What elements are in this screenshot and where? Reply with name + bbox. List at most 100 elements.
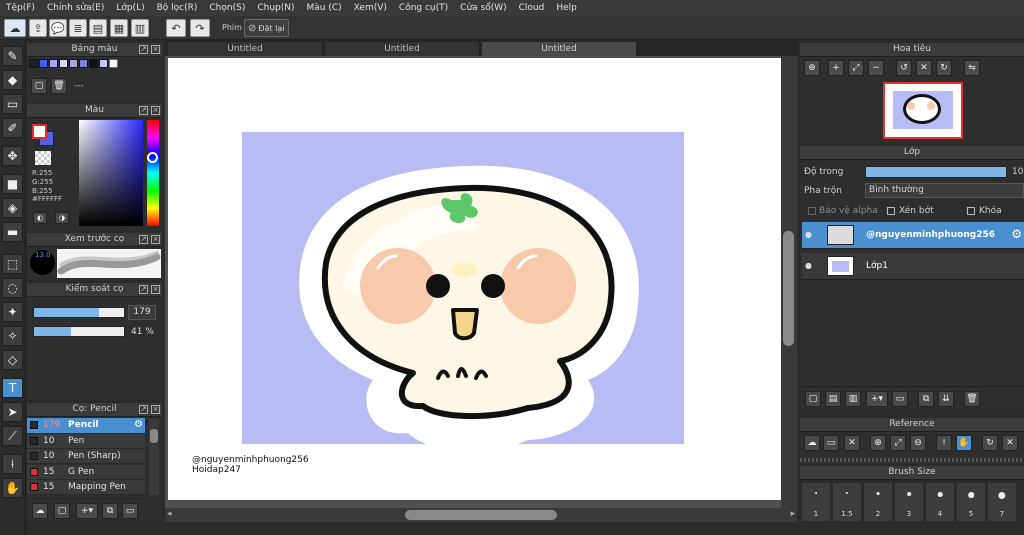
- zoom-in-icon[interactable]: +: [828, 60, 844, 76]
- chart-icon[interactable]: ▥: [131, 19, 149, 37]
- document-icon[interactable]: ▤: [89, 19, 107, 37]
- cloud-brush-icon[interactable]: ☁: [32, 503, 48, 519]
- hand-icon[interactable]: ✋: [956, 435, 972, 451]
- grid-icon[interactable]: ▦: [110, 19, 128, 37]
- scroll-right-icon[interactable]: ▸: [790, 509, 795, 519]
- close-icon[interactable]: ×: [151, 106, 160, 115]
- gradient-tool-icon[interactable]: ▬: [2, 222, 23, 242]
- brush-list-scrollbar[interactable]: [149, 419, 159, 495]
- duplicate-layer-icon[interactable]: ⧉: [918, 391, 934, 407]
- expand-icon[interactable]: ↗: [139, 106, 148, 115]
- close-icon[interactable]: ✕: [844, 435, 860, 451]
- add-brush-icon[interactable]: +▾: [76, 503, 98, 519]
- delete-layer-icon[interactable]: 🗑: [964, 391, 980, 407]
- brush-item[interactable]: 10 Pen (Sharp): [27, 449, 145, 464]
- brush-tool-icon[interactable]: ✎: [2, 46, 23, 66]
- menu-item[interactable]: Lớp(L): [110, 3, 150, 13]
- close-icon[interactable]: ×: [151, 285, 160, 294]
- swatch[interactable]: [49, 59, 58, 68]
- magic-wand-icon[interactable]: ✦: [2, 302, 23, 322]
- move-tool-icon[interactable]: ✥: [2, 146, 23, 166]
- palette-icon[interactable]: ◐: [33, 212, 47, 224]
- swatch[interactable]: [79, 59, 88, 68]
- add-layer-icon[interactable]: +▾: [866, 391, 888, 407]
- scroll-left-icon[interactable]: ◂: [167, 509, 172, 519]
- select-brush-icon[interactable]: ✧: [2, 326, 23, 346]
- size-slider[interactable]: [33, 307, 125, 318]
- cloud-icon[interactable]: ☁: [804, 435, 820, 451]
- rotate-icon[interactable]: ↻: [982, 435, 998, 451]
- menu-item[interactable]: Tệp(F): [0, 3, 41, 13]
- brush-item[interactable]: 15 Mapping Pen: [27, 480, 145, 495]
- lasso-tool-icon[interactable]: ◌: [2, 278, 23, 298]
- vertical-scrollbar[interactable]: [781, 56, 797, 508]
- fill-rect-icon[interactable]: ■: [2, 174, 23, 194]
- chat-icon[interactable]: 💬: [49, 19, 67, 37]
- text-tool-icon[interactable]: T: [2, 378, 23, 398]
- swatch[interactable]: [99, 59, 108, 68]
- picker-icon[interactable]: ◑: [55, 212, 69, 224]
- tab-untitled-1[interactable]: Untitled: [168, 42, 323, 56]
- swatch[interactable]: [69, 59, 78, 68]
- select-dotted-icon[interactable]: ⬚: [2, 254, 23, 274]
- size-value[interactable]: 179: [128, 305, 156, 320]
- eyedropper-tool-icon[interactable]: ⟊: [2, 454, 23, 474]
- new-layer-1bit-icon[interactable]: ▥: [845, 391, 861, 407]
- foreground-color[interactable]: [32, 124, 47, 139]
- menu-item[interactable]: Bộ lọc(R): [151, 3, 204, 13]
- hue-slider[interactable]: [147, 120, 159, 226]
- menu-item[interactable]: Help: [550, 3, 583, 13]
- divide-tool-icon[interactable]: ⟋: [2, 426, 23, 446]
- menu-item[interactable]: Chọn(S): [203, 3, 251, 13]
- reset-icon[interactable]: ✕: [916, 60, 932, 76]
- new-icon[interactable]: ▢: [31, 78, 47, 94]
- cloud-icon[interactable]: ☁: [4, 19, 26, 37]
- new-brush-icon[interactable]: ▢: [54, 503, 70, 519]
- eraser-tool-icon[interactable]: ◆: [2, 70, 23, 90]
- undo-icon[interactable]: ↶: [166, 19, 186, 37]
- swatch[interactable]: [109, 59, 118, 68]
- navigator-thumbnail[interactable]: [883, 82, 963, 139]
- merge-layer-icon[interactable]: ⇊: [938, 391, 954, 407]
- swatch[interactable]: [89, 59, 98, 68]
- gear-icon[interactable]: ⚙: [1011, 227, 1022, 241]
- swatch[interactable]: [29, 59, 38, 68]
- canvas-paper[interactable]: @nguyenminhphuong256 Hoidap247: [168, 58, 781, 500]
- swatch[interactable]: [39, 59, 48, 68]
- brush-size-cell[interactable]: 5: [956, 482, 986, 522]
- transparent-swatch[interactable]: [35, 151, 51, 165]
- tab-untitled-2[interactable]: Untitled: [325, 42, 480, 56]
- menu-item[interactable]: Cửa sổ(W): [454, 3, 512, 13]
- gear-icon[interactable]: ⚙: [134, 419, 143, 430]
- list-icon[interactable]: ≣: [69, 19, 87, 37]
- trash-icon[interactable]: 🗑: [51, 78, 67, 94]
- reference-scrollbar[interactable]: [800, 458, 1024, 462]
- brush-size-cell[interactable]: 2: [863, 482, 893, 522]
- clip-checkbox[interactable]: [887, 207, 895, 215]
- vertical-scroll-thumb[interactable]: [783, 231, 794, 346]
- folder-icon[interactable]: ▭: [892, 391, 908, 407]
- zoom-icon[interactable]: ⊕: [804, 60, 820, 76]
- expand-icon[interactable]: ↗: [139, 235, 148, 244]
- brush-size-cell[interactable]: 7: [987, 482, 1017, 522]
- reset-icon[interactable]: ✕: [1002, 435, 1018, 451]
- rotate-right-icon[interactable]: ↻: [936, 60, 952, 76]
- fit-icon[interactable]: ⤢: [890, 435, 906, 451]
- brush-size-cell[interactable]: 1: [801, 482, 831, 522]
- zoom-in-icon[interactable]: ⊕: [870, 435, 886, 451]
- brush-size-cell[interactable]: 1.5: [832, 482, 862, 522]
- brush-item[interactable]: 179 Pencil ⚙: [27, 418, 145, 433]
- upload-icon[interactable]: ⇪: [29, 19, 47, 37]
- brush-item[interactable]: 15 G Pen: [27, 464, 145, 480]
- close-icon[interactable]: ×: [151, 405, 160, 414]
- operation-tool-icon[interactable]: ➤: [2, 402, 23, 422]
- opacity-slider[interactable]: [33, 326, 125, 337]
- expand-icon[interactable]: ↗: [139, 405, 148, 414]
- visibility-icon[interactable]: ●: [805, 261, 812, 270]
- menu-item[interactable]: Chỉnh sửa(E): [41, 3, 110, 13]
- expand-icon[interactable]: ↗: [139, 45, 148, 54]
- layer-row[interactable]: ● @nguyenminhphuong256 ⚙: [802, 222, 1024, 249]
- new-layer-icon[interactable]: ▢: [805, 391, 821, 407]
- zoom-out-icon[interactable]: −: [868, 60, 884, 76]
- select-rect-icon[interactable]: ▭: [2, 94, 23, 114]
